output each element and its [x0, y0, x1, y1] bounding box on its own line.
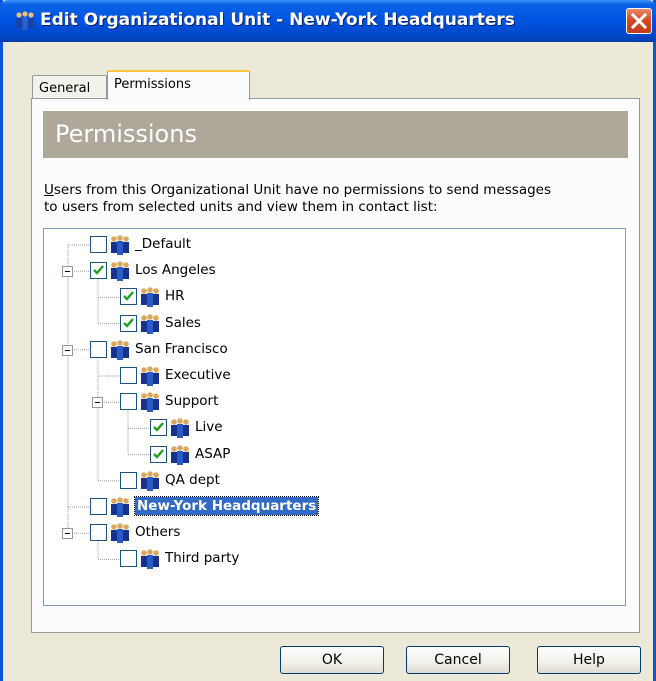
tree-node[interactable]: Others	[44, 521, 624, 545]
section-header: Permissions	[43, 111, 628, 158]
tree-node-checkbox[interactable]	[120, 471, 137, 489]
tree-node-checkbox[interactable]	[90, 524, 107, 542]
group-of-people-icon	[111, 261, 129, 282]
tree-node[interactable]: San Francisco	[44, 338, 624, 362]
tree-node-checkbox[interactable]	[120, 393, 137, 411]
group-of-people-icon	[141, 313, 159, 334]
collapse-toggle[interactable]	[62, 528, 73, 540]
cancel-button[interactable]: Cancel	[406, 646, 510, 674]
tree-node[interactable]: ASAP	[44, 443, 624, 467]
tree-node-label: ASAP	[195, 445, 231, 462]
ok-button[interactable]: OK	[280, 646, 384, 674]
group-of-people-icon	[111, 339, 129, 360]
tree-node[interactable]: Sales	[44, 312, 624, 336]
collapse-toggle[interactable]	[62, 344, 73, 356]
group-of-people-icon	[141, 470, 159, 491]
checkmark-icon	[93, 265, 104, 275]
group-of-people-icon	[141, 366, 159, 386]
close-icon	[630, 12, 648, 30]
group-of-people-icon	[141, 287, 159, 308]
description-line-2: to users from selected units and view th…	[44, 199, 438, 215]
tree-node-checkbox[interactable]	[120, 314, 137, 332]
tree-node-label: _Default	[135, 236, 192, 252]
tree-node-checkbox[interactable]	[90, 340, 107, 358]
tree-node-label: HR	[165, 288, 185, 305]
group-of-people-icon	[141, 392, 159, 413]
collapse-toggle[interactable]	[62, 266, 73, 278]
tree-node-checkbox[interactable]	[120, 550, 137, 568]
checkmark-icon	[123, 317, 134, 328]
tree-node[interactable]: New-York Headquarters	[44, 495, 624, 519]
tree-node-label: San Francisco	[135, 340, 228, 357]
tree-node-checkbox[interactable]	[150, 419, 167, 437]
tree-node-label: Support	[165, 393, 219, 410]
tree-node[interactable]: HR	[44, 285, 624, 309]
tree-node-checkbox[interactable]	[120, 367, 137, 384]
help-button[interactable]: Help	[537, 646, 641, 674]
tree-node-label: New-York Headquarters	[133, 496, 320, 516]
tree-node[interactable]: Executive	[44, 364, 624, 388]
tree-node[interactable]: Support	[44, 390, 624, 414]
tree-node[interactable]: _Default	[44, 233, 624, 257]
tree-node-checkbox[interactable]	[120, 288, 137, 306]
group-of-people-icon	[16, 11, 34, 30]
description-mnemonic: U	[44, 182, 54, 198]
collapse-toggle[interactable]	[92, 397, 103, 409]
tree-node[interactable]: Live	[44, 416, 624, 440]
group-of-people-icon	[111, 497, 129, 517]
tree-node[interactable]: Third party	[44, 547, 624, 571]
tab-permissions[interactable]: Permissions	[107, 70, 250, 100]
tree-node-label: Sales	[165, 314, 201, 331]
tree-node[interactable]: Los Angeles	[44, 259, 624, 283]
edit-org-unit-dialog: Edit Organizational Unit - New-York Head…	[0, 0, 656, 681]
window-title: Edit Organizational Unit - New-York Head…	[40, 10, 515, 30]
tree-node-label: Executive	[165, 367, 231, 383]
tab-general[interactable]: General	[32, 75, 107, 99]
group-of-people-icon	[141, 549, 159, 570]
checkmark-icon	[123, 291, 134, 302]
tree-node-checkbox[interactable]	[90, 262, 107, 280]
group-of-people-icon	[111, 523, 129, 544]
tree-node-checkbox[interactable]	[90, 236, 107, 253]
tree-node-label: Live	[195, 419, 223, 436]
tree-node-label: Los Angeles	[135, 262, 216, 279]
tree-node-checkbox[interactable]	[150, 445, 167, 463]
tree-node-label: QA dept	[165, 471, 220, 488]
title-bar[interactable]: Edit Organizational Unit - New-York Head…	[0, 0, 656, 42]
section-header-title: Permissions	[55, 120, 197, 148]
group-of-people-icon	[171, 418, 189, 439]
description-line-1: sers from this Organizational Unit have …	[53, 182, 552, 198]
close-button[interactable]	[626, 8, 652, 34]
group-of-people-icon	[171, 444, 189, 465]
permissions-panel: Permissions Users from this Organization…	[31, 98, 640, 633]
checkmark-icon	[153, 422, 164, 433]
checkmark-icon	[153, 448, 164, 459]
tree-node-label: Others	[135, 524, 181, 541]
group-of-people-icon	[111, 235, 129, 255]
tree-node-label: Third party	[165, 550, 240, 567]
tree-node[interactable]: QA dept	[44, 469, 624, 493]
permissions-description: Users from this Organizational Unit have…	[44, 182, 629, 216]
org-unit-tree[interactable]: _Default Los Angeles HR Sales San Francisco E…	[43, 228, 626, 606]
tree-node-checkbox[interactable]	[90, 498, 107, 515]
